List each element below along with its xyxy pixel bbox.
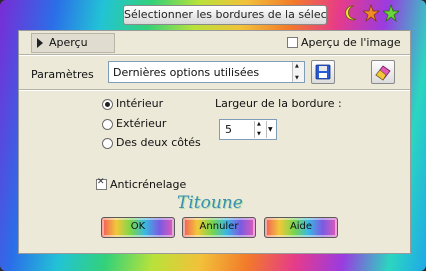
- title-bar[interactable]: Sélectionner les bordures de la sélectio…: [0, 0, 426, 28]
- moon-icon[interactable]: [343, 4, 359, 22]
- dialog-window: Sélectionner les bordures de la sélectio…: [0, 0, 426, 271]
- preset-spin-arrows[interactable]: [292, 62, 304, 82]
- preview-bar: Aperçu Aperçu de l'image: [19, 33, 410, 53]
- expand-arrow-icon: [37, 38, 43, 48]
- border-width-spin-arrows[interactable]: [254, 121, 265, 138]
- antialias-checkbox[interactable]: [96, 177, 107, 190]
- dialog-panel: Aperçu Aperçu de l'image Paramètres Dern…: [18, 30, 411, 254]
- radio-interior-label: Intérieur: [116, 97, 164, 110]
- border-width-label: Largeur de la bordure :: [215, 97, 342, 110]
- image-preview-checkbox[interactable]: [287, 37, 298, 48]
- star-icon[interactable]: [363, 4, 379, 22]
- divider: [19, 54, 410, 56]
- image-preview-label: Aperçu de l'image: [301, 36, 401, 49]
- cancel-button-label: Annuler: [199, 221, 239, 232]
- border-width-value: 5: [225, 123, 232, 136]
- border-width-dropdown[interactable]: [266, 121, 276, 138]
- border-width-input[interactable]: 5: [219, 119, 277, 140]
- params-label: Paramètres: [31, 68, 94, 81]
- ok-button[interactable]: OK: [101, 217, 175, 238]
- watermark-text: Titoune: [177, 193, 243, 213]
- radio-exterior[interactable]: [102, 119, 113, 130]
- radio-interior[interactable]: [102, 99, 113, 110]
- preview-toggle-label: Aperçu: [49, 36, 88, 49]
- ok-button-label: OK: [130, 221, 146, 232]
- dialog-title: Sélectionner les bordures de la sélectio…: [123, 5, 327, 25]
- help-button-label: Aide: [289, 221, 313, 232]
- cancel-button[interactable]: Annuler: [182, 217, 256, 238]
- divider: [19, 89, 410, 91]
- radio-both-sides-label: Des deux côtés: [116, 136, 201, 149]
- floppy-disk-icon: [315, 64, 331, 80]
- eraser-icon: [375, 65, 391, 81]
- radio-both-sides[interactable]: [102, 138, 113, 149]
- preset-value: Dernières options utilisées: [113, 66, 260, 79]
- star-icon[interactable]: [383, 4, 399, 22]
- help-button[interactable]: Aide: [264, 217, 338, 238]
- preview-toggle-button[interactable]: Aperçu: [31, 33, 115, 53]
- antialias-label: Anticrénelage: [110, 178, 187, 191]
- radio-exterior-label: Extérieur: [116, 117, 167, 130]
- save-preset-button[interactable]: [311, 60, 335, 84]
- reset-button[interactable]: [371, 60, 395, 84]
- preset-select[interactable]: Dernières options utilisées: [108, 61, 305, 83]
